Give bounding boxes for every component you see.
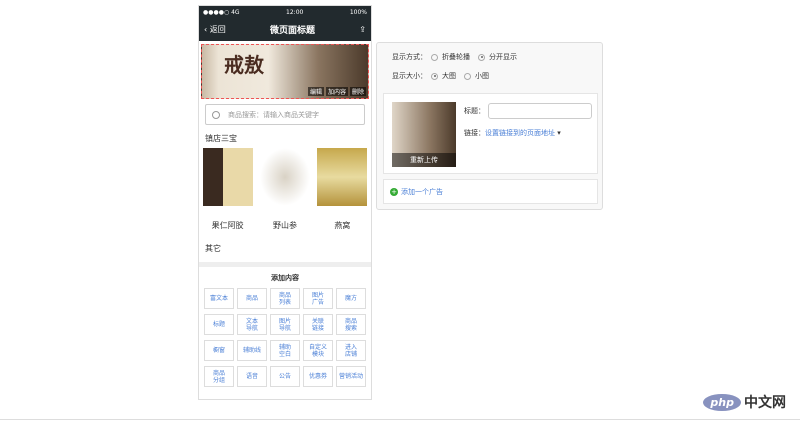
share-icon[interactable]: ⇪ (359, 25, 366, 34)
add-content-item[interactable]: 语音 (237, 366, 267, 387)
phone-preview: ●●●●○ 4G 12:00 100% ‹ 返回 微页面标题 ⇪ 戒敖 编辑 加… (198, 5, 372, 400)
product-item[interactable]: 燕窝 (317, 148, 368, 231)
radio-collapse[interactable] (431, 53, 438, 61)
radio-label: 折叠轮播 (442, 53, 470, 61)
product-image (259, 148, 310, 206)
add-ad-label: 添加一个广告 (401, 187, 443, 196)
radio-large[interactable] (431, 72, 438, 80)
radio-label: 小图 (475, 72, 489, 80)
link-select[interactable]: 设置链接到的页面地址 (485, 129, 555, 137)
search-placeholder: 商品搜索：请输入商品关键字 (228, 110, 319, 119)
section-title: 镇店三宝 (205, 134, 237, 143)
link-label: 链接： (464, 129, 485, 137)
product-name: 燕窝 (334, 221, 351, 230)
add-content-item[interactable]: 文本 导航 (237, 314, 267, 335)
banner-ad[interactable]: 戒敖 编辑 加内容 删除 (201, 44, 369, 99)
add-content-grid: 富文本 商品 商品 列表 图片 广告 魔方标题 文本 导航 图片 导航 关联 链接 商品 搜索橱… (199, 288, 371, 387)
battery: 100% (349, 8, 367, 16)
php-logo: php 中文网 (703, 392, 786, 412)
add-content-item[interactable]: 图片 导航 (270, 314, 300, 335)
search-input[interactable]: 商品搜索：请输入商品关键字 (205, 104, 365, 125)
product-name: 果仁阿胶 (211, 221, 244, 230)
add-content-item[interactable]: 辅助 空白 (270, 340, 300, 361)
status-bar: ●●●●○ 4G 12:00 100% (199, 6, 371, 18)
product-image (317, 148, 368, 206)
reupload-button[interactable]: 重新上传 (392, 153, 456, 167)
nav-bar: ‹ 返回 微页面标题 ⇪ (199, 18, 371, 41)
plus-icon: + (390, 187, 398, 196)
add-content-item[interactable]: 自定义 模块 (303, 340, 333, 361)
add-content-item[interactable]: 关联 链接 (303, 314, 333, 335)
page-title: 微页面标题 (270, 26, 316, 36)
add-content-item[interactable]: 商品 分组 (204, 366, 234, 387)
add-content-item[interactable]: 富文本 (204, 288, 234, 309)
radio-small[interactable] (464, 72, 471, 80)
add-content-item[interactable]: 橱窗 (204, 340, 234, 361)
caret-down-icon[interactable]: ▾ (555, 129, 561, 137)
radio-separate[interactable] (478, 53, 485, 61)
signal: ●●●●○ 4G (203, 8, 240, 16)
add-content-button[interactable]: 加内容 (325, 87, 348, 96)
add-content-item[interactable]: 营销活动 (336, 366, 366, 387)
add-content-item[interactable]: 商品 搜索 (336, 314, 366, 335)
ad-card: 重新上传 标题： 链接：设置链接到的页面地址 ▾ (383, 93, 598, 174)
title-input[interactable] (488, 103, 592, 119)
add-content-title: 添加内容 (271, 274, 299, 282)
mode-label: 显示方式： (392, 53, 427, 61)
add-content-item[interactable]: 辅助线 (237, 340, 267, 361)
add-content-item[interactable]: 进入 店铺 (336, 340, 366, 361)
footer-divider (0, 419, 800, 420)
banner-calligraphy: 戒敖 (224, 53, 264, 77)
section-title: 其它 (205, 244, 221, 253)
add-content-item[interactable]: 图片 广告 (303, 288, 333, 309)
search-icon (212, 110, 220, 119)
title-label: 标题： (464, 107, 485, 115)
add-content-item[interactable]: 商品 (237, 288, 267, 309)
add-content-item[interactable]: 公告 (270, 366, 300, 387)
ad-thumbnail[interactable]: 重新上传 (392, 102, 456, 167)
product-image (202, 148, 253, 206)
add-content-item[interactable]: 魔方 (336, 288, 366, 309)
delete-button[interactable]: 删除 (349, 87, 366, 96)
editor-panel: 显示方式： 折叠轮播 分开显示 显示大小： 大图 小图 重新上传 标题： 链接：… (376, 42, 603, 210)
size-label: 显示大小： (392, 72, 427, 80)
divider (199, 262, 371, 267)
product-name: 野山参 (272, 221, 297, 230)
edit-button[interactable]: 编辑 (307, 87, 324, 96)
add-content-item[interactable]: 标题 (204, 314, 234, 335)
add-content-item[interactable]: 商品 列表 (270, 288, 300, 309)
time: 12:00 (286, 8, 304, 16)
add-content-item[interactable]: 优惠券 (303, 366, 333, 387)
add-ad-button[interactable]: + 添加一个广告 (383, 179, 598, 204)
radio-label: 大图 (442, 72, 456, 80)
product-item[interactable]: 果仁阿胶 (202, 148, 253, 231)
radio-label: 分开显示 (489, 53, 517, 61)
back-button[interactable]: ‹ 返回 (204, 24, 226, 35)
product-item[interactable]: 野山参 (259, 148, 310, 231)
